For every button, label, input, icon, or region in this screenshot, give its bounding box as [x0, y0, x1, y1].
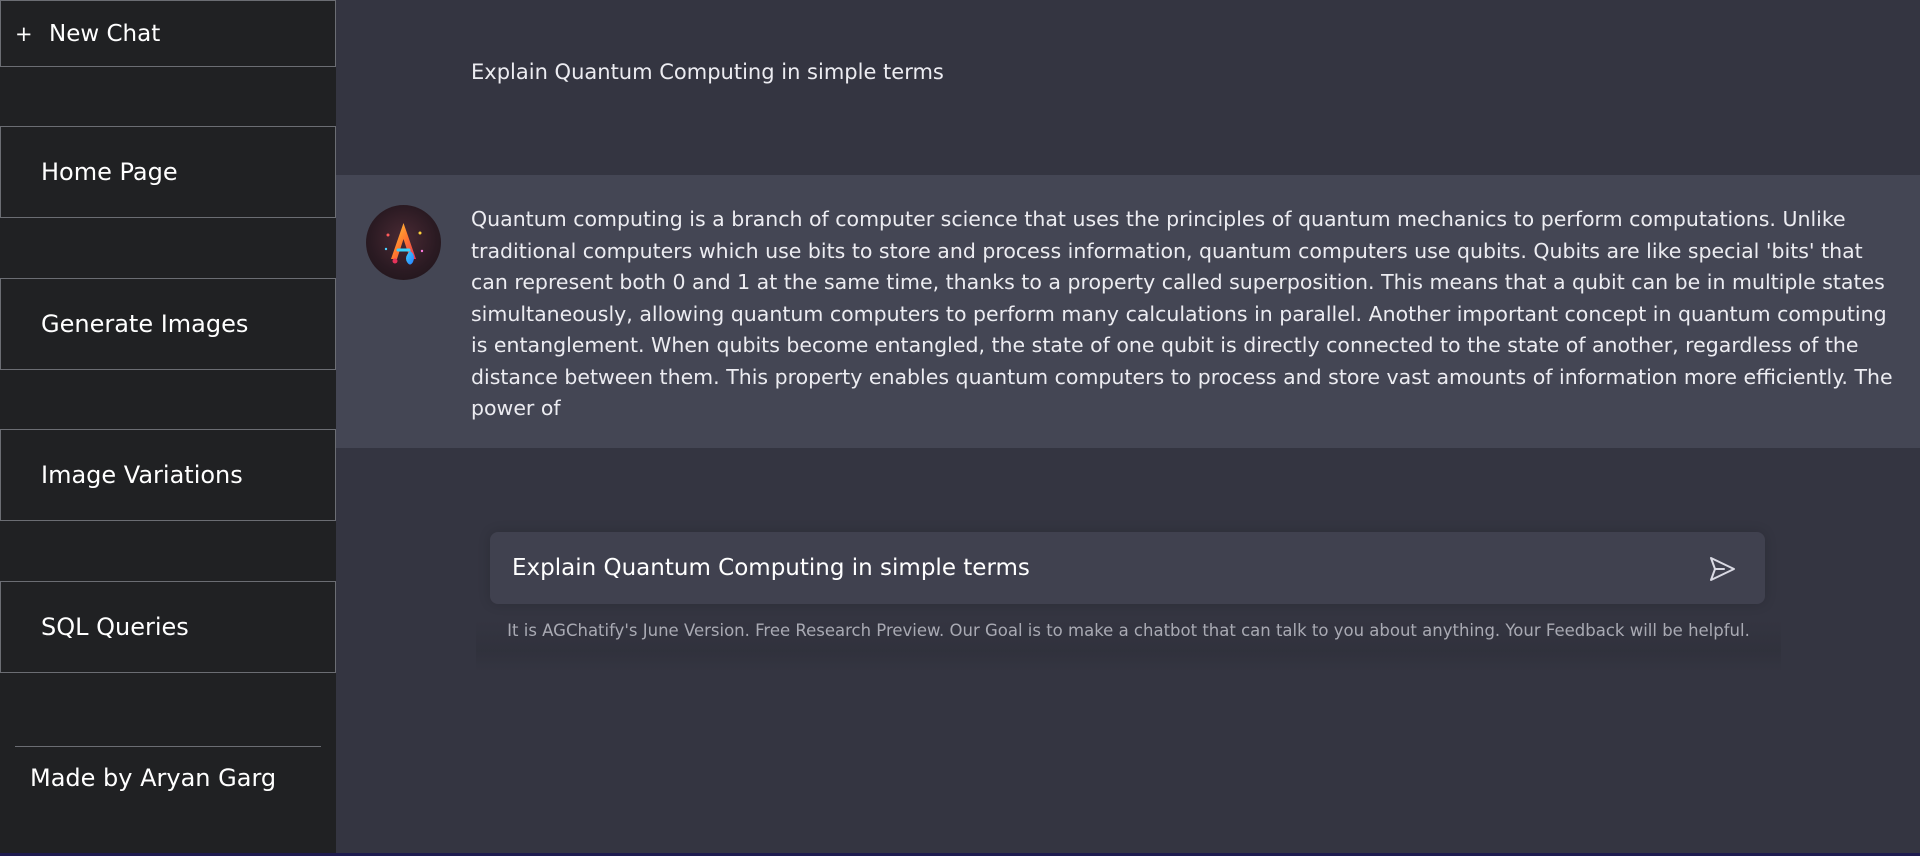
- user-message-row: Explain Quantum Computing in simple term…: [336, 0, 1920, 175]
- plus-icon: +: [15, 21, 33, 46]
- new-chat-label: New Chat: [49, 20, 161, 47]
- sidebar-item-home-page[interactable]: Home Page: [0, 126, 336, 218]
- chat-main: Explain Quantum Computing in simple term…: [336, 0, 1920, 853]
- agchatify-logo-icon: [366, 205, 441, 280]
- bot-message-row: Quantum computing is a branch of compute…: [336, 175, 1920, 448]
- sidebar-item-label: Image Variations: [41, 461, 243, 489]
- new-chat-button[interactable]: + New Chat: [0, 0, 336, 67]
- sidebar-item-label: SQL Queries: [41, 613, 189, 641]
- made-by-credit: Made by Aryan Garg: [30, 764, 277, 792]
- app-window: + New Chat Home Page Generate Images Ima…: [0, 0, 1920, 856]
- sidebar-item-image-variations[interactable]: Image Variations: [0, 429, 336, 521]
- chat-input-box: [490, 532, 1765, 604]
- bot-message-text: Quantum computing is a branch of compute…: [471, 207, 1893, 420]
- sidebar-item-sql-queries[interactable]: SQL Queries: [0, 581, 336, 673]
- user-message-text: Explain Quantum Computing in simple term…: [471, 60, 944, 84]
- send-button[interactable]: [1707, 554, 1737, 584]
- send-icon: [1710, 557, 1735, 581]
- sidebar: + New Chat Home Page Generate Images Ima…: [0, 0, 336, 853]
- sidebar-item-label: Home Page: [41, 158, 178, 186]
- sidebar-divider: [15, 746, 321, 747]
- sidebar-item-label: Generate Images: [41, 310, 249, 338]
- sidebar-item-generate-images[interactable]: Generate Images: [0, 278, 336, 370]
- chat-input[interactable]: [512, 532, 1662, 604]
- footer-note: It is AGChatify's June Version. Free Res…: [476, 620, 1781, 672]
